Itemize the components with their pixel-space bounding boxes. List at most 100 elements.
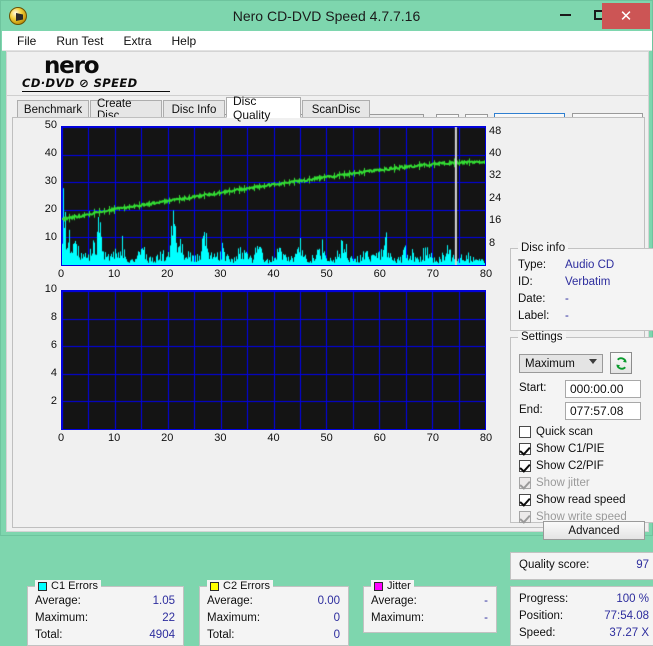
x-axis-tick: 50 [320, 432, 333, 444]
disc-date-label: Date: [518, 293, 546, 305]
jitter-stats-group: Jitter Average: - Maximum: - [363, 580, 497, 633]
x-axis-tick: 0 [57, 432, 65, 444]
scan-speed-select[interactable]: Maximum [519, 354, 603, 373]
menu-item-extra[interactable]: Extra [114, 32, 160, 50]
menu-item-file[interactable]: File [8, 32, 45, 50]
c2-average-label: Average: [207, 595, 253, 607]
checkbox-quick-scan[interactable]: Quick scan [519, 424, 653, 440]
jitter-maximum-value: - [484, 612, 488, 624]
c2-total-value: 0 [333, 629, 340, 641]
y-axis-tick: 50 [44, 119, 57, 131]
tab-scandisc[interactable]: ScanDisc [302, 100, 370, 118]
client-area: nero CD·DVD ⊘ SPEED [0:0] BTC BCE4816IM … [6, 51, 653, 646]
y-axis-tick: 10 [44, 231, 57, 243]
disc-type-value: Audio CD [565, 259, 615, 271]
c2-color-swatch [210, 581, 219, 591]
y-axis-tick: 6 [50, 339, 57, 351]
nero-wordmark: nero [44, 53, 100, 79]
menu-item-run-test[interactable]: Run Test [47, 32, 112, 50]
checkbox-show-c2-pif[interactable]: Show C2/PIF [519, 458, 653, 474]
checkbox-box [519, 477, 531, 489]
close-icon: ✕ [619, 7, 633, 25]
jitter-title-text: Jitter [387, 580, 411, 592]
tab-disc-quality[interactable]: Disc Quality [226, 94, 301, 122]
y-axis-tick: 10 [44, 283, 57, 295]
progress-value: 100 % [616, 593, 649, 605]
c2-errors-chart [61, 290, 486, 430]
c1-total-value: 4904 [149, 629, 175, 641]
tab-strip: Benchmark Create Disc Disc Info Disc Qua… [7, 94, 648, 122]
c2-errors-stats-title: C2 Errors [207, 580, 274, 592]
minimize-icon [559, 14, 571, 16]
menu-bar: File Run Test Extra Help [2, 31, 652, 51]
tab-benchmark[interactable]: Benchmark [17, 100, 89, 118]
quality-score-value: 97 [636, 559, 649, 571]
c1-errors-chart-canvas [62, 127, 485, 265]
start-time-label: Start: [519, 382, 547, 394]
y-axis-tick: 40 [44, 147, 57, 159]
x-axis-tick: 0 [57, 268, 65, 280]
y2-axis-tick: 32 [489, 169, 502, 182]
end-time-label: End: [519, 404, 543, 416]
menu-item-help[interactable]: Help [163, 32, 206, 50]
y-axis-tick: 2 [50, 395, 57, 407]
logo-divider [22, 91, 170, 92]
refresh-icon [615, 356, 627, 370]
c1-total-label: Total: [35, 629, 63, 641]
checkbox-label: Show C2/PIF [536, 460, 604, 472]
jitter-stats-title: Jitter [371, 580, 414, 592]
x-axis-tick: 20 [161, 432, 174, 444]
tab-create-disc[interactable]: Create Disc [90, 98, 162, 122]
checkbox-show-read-speed[interactable]: Show read speed [519, 492, 653, 508]
nero-cd-dvd-speed-window: Nero CD-DVD Speed 4.7.7.16 ✕ File Run Te… [0, 0, 653, 646]
c1-errors-stats-group: C1 Errors Average: 1.05 Maximum: 22 Tota… [27, 580, 184, 646]
c1-errors-chart [61, 126, 486, 266]
y-axis-tick: 8 [50, 311, 57, 323]
settings-title: Settings [518, 331, 566, 343]
x-axis-tick: 30 [214, 268, 227, 280]
end-time-field[interactable]: 077:57.08 [565, 402, 641, 420]
c2-maximum-value: 0 [333, 612, 340, 624]
jitter-maximum-label: Maximum: [371, 612, 425, 624]
c2-errors-chart-canvas [62, 291, 485, 429]
x-axis-tick: 30 [214, 432, 227, 444]
advanced-button[interactable]: Advanced [543, 521, 645, 540]
scan-speed-value: Maximum [525, 357, 575, 370]
close-button[interactable]: ✕ [602, 3, 650, 29]
title-bar: Nero CD-DVD Speed 4.7.7.16 ✕ [1, 1, 652, 31]
checkbox-label: Show jitter [536, 477, 590, 489]
refresh-button[interactable] [610, 352, 632, 374]
x-axis-tick: 50 [320, 268, 333, 280]
jitter-average-value: - [484, 595, 488, 607]
progress-label: Progress: [519, 593, 569, 605]
disc-date-value: - [565, 293, 569, 305]
jitter-average-label: Average: [371, 595, 417, 607]
c1-color-swatch [38, 581, 47, 591]
c1-average-value: 1.05 [152, 595, 175, 607]
x-axis-tick: 70 [426, 432, 439, 444]
checkbox-box [519, 443, 531, 455]
checkbox-show-c1-pie[interactable]: Show C1/PIE [519, 441, 653, 457]
position-label: Position: [519, 610, 564, 622]
c2-total-label: Total: [207, 629, 235, 641]
checkbox-label: Show read speed [536, 494, 626, 506]
x-axis-tick: 80 [479, 432, 493, 444]
disc-label-value: - [565, 310, 569, 322]
jitter-color-swatch [374, 581, 383, 591]
disc-quality-panel: Disc info Type: Audio CD ID: Verbatim Da… [12, 117, 653, 646]
disc-id-value: Verbatim [565, 276, 611, 288]
start-time-field[interactable]: 000:00.00 [565, 380, 641, 398]
disc-id-label: ID: [518, 276, 533, 288]
checkbox-box [519, 494, 531, 506]
y-axis-tick: 30 [44, 175, 57, 187]
position-value: 77:54.08 [604, 610, 649, 622]
c1-maximum-label: Maximum: [35, 612, 89, 624]
tab-disc-info[interactable]: Disc Info [163, 100, 225, 118]
checkbox-label: Show C1/PIE [536, 443, 605, 455]
checkbox-box [519, 511, 531, 523]
checkbox-box [519, 426, 531, 438]
y-axis-tick: 4 [50, 367, 57, 379]
quality-score-label: Quality score: [519, 559, 590, 571]
minimize-button[interactable] [550, 1, 580, 29]
progress-group: Progress: 100 % Position: 77:54.08 Speed… [510, 586, 653, 646]
